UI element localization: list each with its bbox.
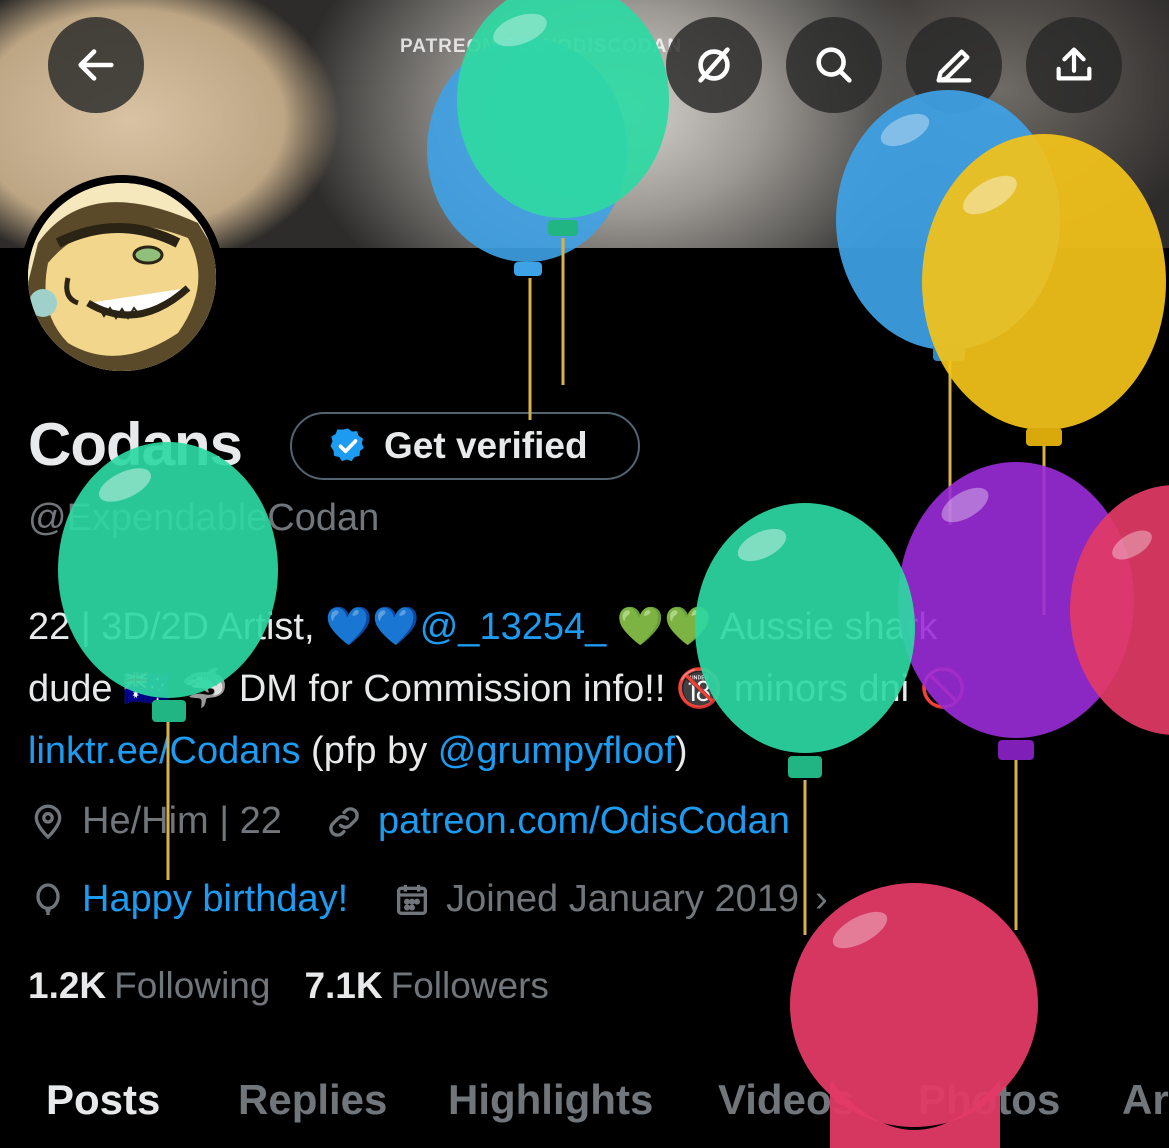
follow-stats: 1.2K Following 7.1K Followers xyxy=(28,965,549,1007)
verified-badge-icon xyxy=(330,428,364,462)
tab-videos[interactable]: Videos xyxy=(718,1076,855,1124)
back-button[interactable] xyxy=(48,17,144,113)
profile-handle: @ExpendableCodan xyxy=(28,497,380,539)
edit-icon xyxy=(936,49,972,83)
bio-text: (pfp by xyxy=(300,730,438,772)
bio-text: ) xyxy=(674,730,688,772)
bio-line-3: linktr.ee/Codans (pfp by @grumpyfloof) xyxy=(28,720,1148,782)
location-text: He/Him | 22 xyxy=(82,800,282,842)
tab-replies[interactable]: Replies xyxy=(238,1076,387,1124)
birthday-text: Happy birthday! xyxy=(82,878,349,920)
avatar[interactable] xyxy=(20,175,224,379)
search-button[interactable] xyxy=(786,17,882,113)
profile-bio: 22 | 3D/2D Artist, 💙💙@_13254_ 💚💚 Aussie … xyxy=(28,596,1148,782)
following-stat[interactable]: 1.2K Following xyxy=(28,965,270,1007)
following-count: 1.2K xyxy=(28,965,107,1006)
bio-line-1: 22 | 3D/2D Artist, 💙💙@_13254_ 💚💚 Aussie … xyxy=(28,596,1148,658)
joined-date: Joined January 2019 xyxy=(446,878,799,920)
bio-line-2: dude 🇦🇺 🦈 DM for Commission info!! 🔞 min… xyxy=(28,668,967,710)
following-label: Following xyxy=(114,965,271,1006)
balloon-icon xyxy=(36,882,60,915)
bio-text: 22 | 3D/2D Artist, 💙💙 xyxy=(28,606,420,648)
get-verified-button[interactable]: Get verified xyxy=(290,412,640,480)
followers-label: Followers xyxy=(390,965,549,1006)
tab-posts[interactable]: Posts xyxy=(46,1076,160,1124)
chevron-right-icon[interactable]: › xyxy=(815,878,828,921)
profile-meta-row-1: He/Him | 22 patreon.com/OdisCodan xyxy=(28,800,790,843)
share-button[interactable] xyxy=(1026,17,1122,113)
get-verified-label: Get verified xyxy=(384,425,588,466)
back-arrow-icon xyxy=(78,49,114,81)
banner-text: PATREON.COM/ODISCODAN xyxy=(400,36,683,57)
avatar-image xyxy=(28,183,216,371)
bio-pfp-credit-link[interactable]: @grumpyfloof xyxy=(438,730,675,772)
tab-articles[interactable]: Ar xyxy=(1122,1076,1169,1124)
edit-button[interactable] xyxy=(906,17,1002,113)
calendar-icon xyxy=(397,884,428,915)
share-icon xyxy=(1056,47,1092,81)
profile-meta-row-2: Happy birthday! Joined January 2019 › xyxy=(28,878,828,921)
grok-icon xyxy=(698,47,730,83)
search-icon xyxy=(816,47,852,83)
followers-count: 7.1K xyxy=(304,965,383,1006)
tab-highlights[interactable]: Highlights xyxy=(448,1076,653,1124)
location-pin-icon xyxy=(34,804,62,839)
bio-linktree-link[interactable]: linktr.ee/Codans xyxy=(28,730,301,772)
profile-name: Codans xyxy=(28,411,243,478)
profile-tabs: Posts Replies Highlights Videos Photos A… xyxy=(0,1072,1169,1148)
bio-text: 💚💚 Aussie shark xyxy=(606,606,938,648)
followers-stat[interactable]: 7.1K Followers xyxy=(304,965,548,1007)
website-link[interactable]: patreon.com/OdisCodan xyxy=(378,800,790,843)
link-icon xyxy=(329,806,359,837)
bio-mention-link[interactable]: @_13254_ xyxy=(420,606,607,648)
tab-photos[interactable]: Photos xyxy=(918,1076,1060,1124)
grok-button[interactable] xyxy=(666,17,762,113)
